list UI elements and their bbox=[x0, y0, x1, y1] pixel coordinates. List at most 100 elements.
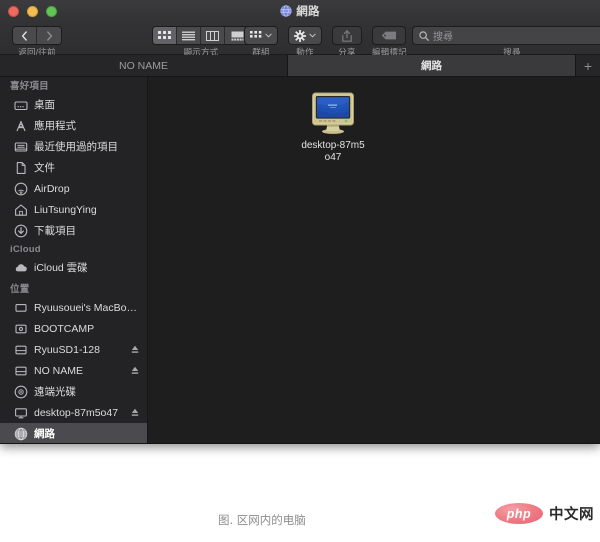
chevron-down-icon bbox=[309, 33, 316, 38]
tab-bar: NO NAME 網路 + bbox=[0, 55, 600, 77]
back-button[interactable] bbox=[13, 27, 37, 44]
sidebar-label: 最近使用過的項目 bbox=[34, 141, 118, 153]
tab-network[interactable]: 網路 bbox=[288, 55, 576, 76]
sidebar-header-locations: 位置 bbox=[10, 284, 30, 295]
desktop-icon bbox=[14, 100, 28, 110]
downloads-icon bbox=[14, 224, 28, 237]
chevron-right-icon bbox=[46, 30, 52, 41]
sidebar-label: NO NAME bbox=[34, 364, 84, 377]
window-body: 喜好項目 桌面 應用程式 最近使用過的項目 文件 AirDrop LiuTsun… bbox=[0, 77, 600, 443]
cloud-icon bbox=[15, 263, 27, 271]
sidebar-item-recents[interactable]: 最近使用過的項目 bbox=[0, 136, 147, 157]
sidebar-item-home[interactable]: LiuTsungYing bbox=[0, 199, 147, 220]
php-logo-text: php bbox=[506, 506, 532, 521]
sidebar-label: 桌面 bbox=[34, 99, 55, 111]
action-button-group: 動作 bbox=[288, 26, 322, 58]
columns-icon bbox=[206, 30, 219, 41]
brand-chinese-text: 中文网 bbox=[549, 507, 594, 523]
documents-icon bbox=[16, 161, 26, 174]
laptop-icon bbox=[15, 303, 27, 312]
file-browser-content[interactable]: desktop-87m5o47 bbox=[148, 77, 600, 443]
list-icon bbox=[182, 31, 195, 40]
home-icon bbox=[15, 203, 27, 216]
globe-icon bbox=[14, 427, 28, 440]
sidebar-item-applications[interactable]: 應用程式 bbox=[0, 115, 147, 136]
sidebar-label: BOOTCAMP bbox=[34, 322, 95, 335]
airdrop-icon bbox=[14, 182, 28, 195]
sidebar-item-desktop[interactable]: 桌面 bbox=[0, 94, 147, 115]
tag-icon bbox=[382, 31, 397, 40]
search-group: 搜尋 搜尋 bbox=[412, 26, 600, 58]
finder-toolbar: 返回/往前 顯示方式 群組 動作 分享 編輯標記 搜尋 搜尋 bbox=[0, 22, 600, 58]
sidebar-item-ryuusd1[interactable]: RyuuSD1-128 bbox=[0, 339, 147, 360]
sidebar-label: Ryuusouei's MacBoo... bbox=[34, 301, 138, 314]
file-item[interactable]: desktop-87m5o47 bbox=[296, 91, 370, 164]
external-drive-icon bbox=[15, 366, 27, 375]
sidebar-item-desktop-87m5o47[interactable]: desktop-87m5o47 bbox=[0, 402, 147, 423]
sidebar-item-icloud-drive[interactable]: iCloud 雲碟 bbox=[0, 257, 147, 278]
nav-buttons-group: 返回/往前 bbox=[12, 26, 62, 58]
tag-button-group: 編輯標記 bbox=[372, 26, 407, 58]
disc-icon bbox=[14, 385, 28, 398]
chevron-left-icon bbox=[21, 30, 27, 41]
figure-caption: 图. 区网内的电脑 bbox=[218, 513, 306, 527]
sidebar-item-airdrop[interactable]: AirDrop bbox=[0, 178, 147, 199]
sidebar-item-macbook[interactable]: Ryuusouei's MacBoo... bbox=[0, 297, 147, 318]
crt-computer-icon bbox=[312, 92, 354, 134]
sidebar-item-no-name[interactable]: NO NAME bbox=[0, 360, 147, 381]
status-bar-row: 標記 網路 bbox=[0, 443, 600, 444]
grid-icon bbox=[158, 30, 171, 39]
sidebar-label: desktop-87m5o47 bbox=[34, 406, 119, 419]
sidebar-item-downloads[interactable]: 下載項目 bbox=[0, 220, 147, 241]
page-root: 網路 返回/往前 顯示方式 群組 動作 分享 編輯標記 搜尋 搜尋 NO NAM… bbox=[0, 0, 600, 542]
list-view-button[interactable] bbox=[177, 27, 201, 44]
nav-segmented-control[interactable] bbox=[12, 26, 62, 45]
sidebar-label: 遠端光碟 bbox=[34, 386, 76, 398]
recents-icon bbox=[14, 141, 28, 152]
edit-tags-button[interactable] bbox=[372, 26, 407, 45]
sidebar-item-network[interactable]: 網路 bbox=[0, 423, 147, 443]
sidebar-header-icloud: iCloud bbox=[10, 244, 41, 255]
sidebar-label: 下載項目 bbox=[34, 225, 76, 237]
eject-icon[interactable] bbox=[131, 408, 139, 417]
external-drive-icon bbox=[15, 345, 27, 354]
forward-button[interactable] bbox=[37, 27, 61, 44]
php-logo-badge: php bbox=[495, 503, 543, 524]
gear-icon bbox=[294, 29, 306, 42]
sidebar-item-bootcamp[interactable]: BOOTCAMP bbox=[0, 318, 147, 339]
view-mode-segmented-control[interactable] bbox=[152, 26, 250, 45]
computer-icon bbox=[15, 407, 27, 418]
finder-window: 網路 返回/往前 顯示方式 群組 動作 分享 編輯標記 搜尋 搜尋 NO NAM… bbox=[0, 0, 600, 444]
sidebar-label: 文件 bbox=[34, 162, 55, 174]
chevron-down-icon bbox=[265, 33, 272, 38]
sidebar-item-remote-disc[interactable]: 遠端光碟 bbox=[0, 381, 147, 402]
window-title: 網路 bbox=[0, 0, 600, 22]
sidebar-label: AirDrop bbox=[34, 182, 70, 195]
search-field[interactable]: 搜尋 bbox=[412, 26, 600, 45]
share-button-group: 分享 bbox=[332, 26, 362, 58]
column-view-button[interactable] bbox=[201, 27, 225, 44]
share-button[interactable] bbox=[332, 26, 362, 45]
action-button[interactable] bbox=[288, 26, 322, 45]
new-tab-button[interactable]: + bbox=[576, 55, 600, 76]
tab-no-name[interactable]: NO NAME bbox=[0, 55, 288, 76]
search-icon bbox=[419, 30, 429, 41]
grid-small-icon bbox=[250, 30, 262, 38]
icon-view-button[interactable] bbox=[153, 27, 177, 44]
sidebar-label: 應用程式 bbox=[34, 120, 76, 132]
eject-icon[interactable] bbox=[131, 345, 139, 354]
internal-drive-icon bbox=[15, 324, 27, 333]
group-button-group: 群組 bbox=[244, 26, 278, 58]
search-placeholder: 搜尋 bbox=[433, 32, 453, 43]
applications-icon bbox=[16, 120, 26, 131]
window-titlebar: 網路 bbox=[0, 0, 600, 22]
group-button[interactable] bbox=[244, 26, 278, 45]
globe-icon bbox=[280, 5, 292, 17]
sidebar-label: LiuTsungYing bbox=[34, 203, 97, 216]
view-mode-group: 顯示方式 bbox=[152, 26, 250, 58]
sidebar-item-documents[interactable]: 文件 bbox=[0, 157, 147, 178]
sidebar-header-favorites: 喜好項目 bbox=[10, 81, 49, 92]
eject-icon[interactable] bbox=[131, 366, 139, 375]
window-title-text: 網路 bbox=[296, 6, 320, 18]
sidebar-label: RyuuSD1-128 bbox=[34, 343, 100, 356]
